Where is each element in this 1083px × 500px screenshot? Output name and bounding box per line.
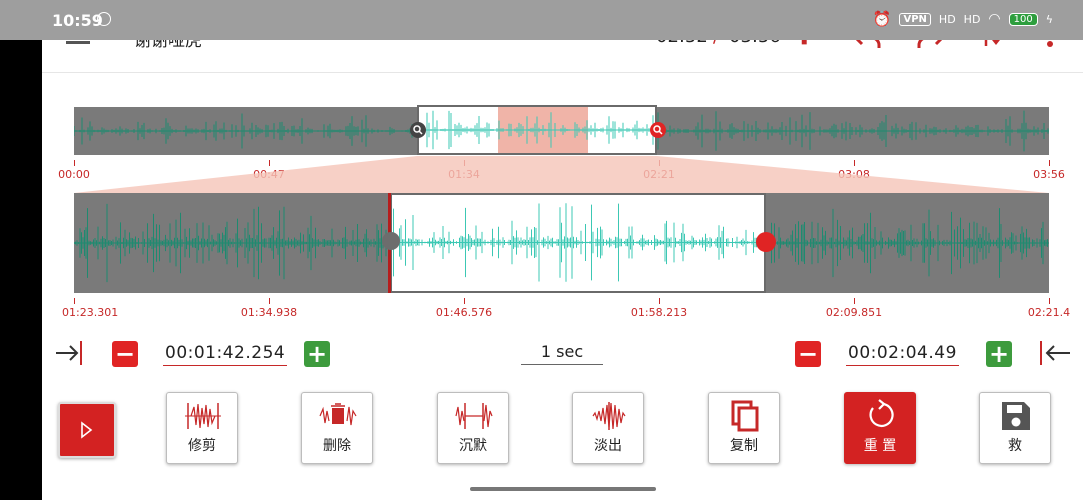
silence-icon (455, 403, 493, 429)
vpn-badge: VPN (899, 12, 931, 26)
play-icon (81, 421, 93, 439)
copy-icon (731, 400, 759, 432)
tick-label: 01:23.301 (62, 306, 119, 319)
gesture-nav-bar[interactable] (470, 487, 656, 491)
go-end-icon[interactable] (1038, 338, 1072, 375)
tick-mark (464, 298, 465, 304)
status-bar: 10:59 ⏰ VPN HD HD ◠ 100 ϟ (0, 0, 1083, 40)
alarm-icon: ⏰ (872, 10, 892, 28)
delete-button[interactable]: 删除 (301, 392, 373, 464)
play-button[interactable] (58, 402, 116, 458)
end-plus-button[interactable]: + (986, 341, 1012, 367)
step-field[interactable]: 1 sec (521, 342, 603, 365)
tick-label: 02:21.4 (1027, 306, 1071, 319)
tick-mark (854, 298, 855, 304)
trim-label: 修剪 (188, 438, 216, 454)
start-minus-button[interactable]: − (112, 341, 138, 367)
reset-icon (869, 399, 894, 427)
fade-out-label: 淡出 (594, 438, 622, 454)
copy-button[interactable]: 复制 (708, 392, 780, 464)
selection-end-handle[interactable] (756, 232, 776, 252)
end-minus-button[interactable]: − (795, 341, 821, 367)
start-time-field[interactable]: 00:01:42.254 (163, 343, 288, 366)
signal-hd-icon: HD (938, 12, 956, 26)
globe-icon (97, 12, 111, 26)
tick-label: 01:46.576 (435, 306, 493, 319)
tick-label: 02:09.851 (825, 306, 883, 319)
reset-button[interactable]: 重 置 (844, 392, 916, 464)
tick-mark (1049, 298, 1050, 304)
start-plus-button[interactable]: + (304, 341, 330, 367)
wifi-icon: ◠ (988, 11, 1001, 27)
status-icons: ⏰ VPN HD HD ◠ 100 ϟ (873, 10, 1053, 28)
go-start-icon[interactable] (54, 338, 84, 375)
reset-label: 重 置 (863, 438, 897, 454)
silence-label: 沉默 (459, 438, 487, 454)
fade-out-button[interactable]: 淡出 (572, 392, 644, 464)
fade-out-icon (592, 402, 626, 430)
battery-indicator: 100 (1008, 12, 1038, 26)
tick-label: 01:34.938 (240, 306, 298, 319)
tick-mark (659, 298, 660, 304)
delete-label: 删除 (323, 438, 351, 454)
trim-button[interactable]: 修剪 (166, 392, 238, 464)
end-time-field[interactable]: 00:02:04.49 (846, 343, 959, 366)
silence-button[interactable]: 沉默 (437, 392, 509, 464)
status-time: 10:59 (52, 11, 103, 30)
save-label: 救 (1008, 438, 1022, 454)
delete-icon (319, 403, 357, 426)
trim-icon (185, 403, 221, 429)
zoom-selection-wave (391, 203, 763, 282)
tick-label: 01:58.213 (630, 306, 688, 319)
signal-hd-icon-2: HD (963, 12, 981, 26)
zoom-selection[interactable] (390, 193, 766, 293)
tick-mark (269, 298, 270, 304)
save-icon (1002, 402, 1030, 430)
copy-label: 复制 (730, 438, 758, 454)
save-button[interactable]: 救 (979, 392, 1051, 464)
app-window: 谢谢哑虎 02:52 / 03:56 ? 00:0000:4701:340 (42, 0, 1083, 500)
selection-start-handle[interactable] (382, 232, 400, 250)
charging-icon: ϟ (1045, 12, 1053, 26)
tick-mark (74, 298, 75, 304)
